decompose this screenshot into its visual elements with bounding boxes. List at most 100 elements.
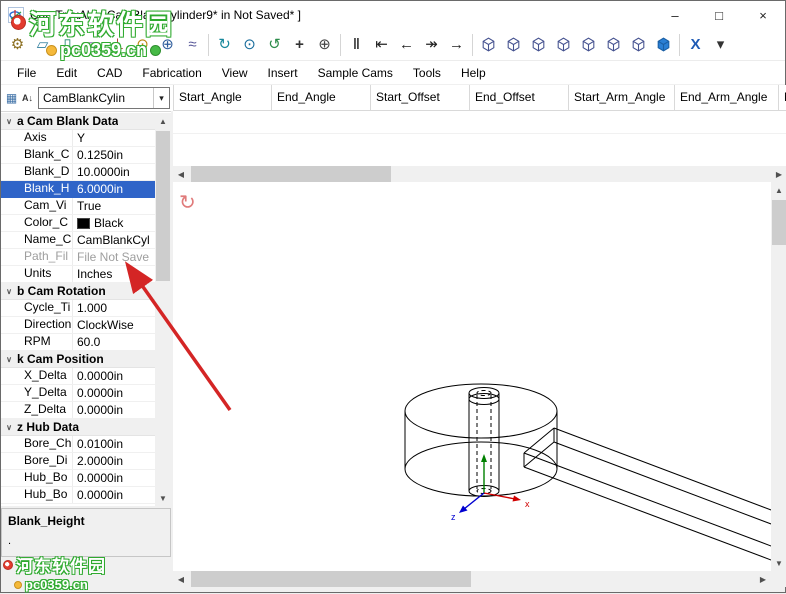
property-row-blank-d[interactable]: Blank_D10.0000in <box>1 164 155 181</box>
close-button[interactable]: × <box>741 1 785 29</box>
property-value[interactable]: 1.000 <box>73 300 155 316</box>
property-row-x-delta[interactable]: X_Delta0.0000in <box>1 368 155 385</box>
view-right-icon[interactable] <box>576 32 601 58</box>
column-header-end-angle[interactable]: End_Angle <box>272 85 371 111</box>
pause-icon[interactable]: Ⅱ <box>344 32 369 58</box>
property-row-path-fil[interactable]: Path_FilFile Not Save <box>1 249 155 266</box>
gear-icon[interactable]: ⚙ <box>5 32 30 58</box>
property-row-bore-di[interactable]: Bore_Di2.0000in <box>1 453 155 470</box>
property-row-units[interactable]: UnitsInches <box>1 266 155 283</box>
rotate-view-icon[interactable]: ↻ <box>212 32 237 58</box>
view-front-icon[interactable] <box>501 32 526 58</box>
collapse-icon[interactable]: ∨ <box>1 355 17 364</box>
column-header-end-arm-angle[interactable]: End_Arm_Angle <box>675 85 779 111</box>
menu-sample-cams[interactable]: Sample Cams <box>308 63 403 83</box>
scrollbar-thumb[interactable] <box>191 166 391 182</box>
property-row-z-delta[interactable]: Z_Delta0.0000in <box>1 402 155 419</box>
property-value[interactable]: 60.0 <box>73 334 155 350</box>
property-grid-scrollbar[interactable]: ▲ ▼ <box>155 113 171 506</box>
scroll-left-icon[interactable]: ◀ <box>173 571 189 587</box>
property-value[interactable]: 6.0000in <box>73 181 155 197</box>
spin-view-icon[interactable]: ↺ <box>262 32 287 58</box>
property-value[interactable]: 10.0000in <box>73 164 155 180</box>
scroll-right-icon[interactable]: ▶ <box>771 166 786 182</box>
property-row-name-c[interactable]: Name_CCamBlankCyl <box>1 232 155 249</box>
property-value[interactable]: 0.0100in <box>73 436 155 452</box>
property-value[interactable]: Y <box>73 130 155 146</box>
pan-view-icon[interactable]: + <box>287 32 312 58</box>
toolbar-overflow-icon[interactable]: ▾ <box>708 32 733 58</box>
property-row-axis[interactable]: AxisY <box>1 130 155 147</box>
property-group-z-hub-data[interactable]: ∨z Hub Data <box>1 419 155 436</box>
column-header-start-offset[interactable]: Start_Offset <box>371 85 470 111</box>
fast-forward-icon[interactable]: ↠ <box>419 32 444 58</box>
step-back-icon[interactable]: ← <box>394 32 419 58</box>
scrollbar-thumb[interactable] <box>156 131 170 281</box>
property-row-cycle-ti[interactable]: Cycle_Ti1.000 <box>1 300 155 317</box>
scroll-right-icon[interactable]: ▶ <box>755 571 771 587</box>
property-group-k-cam-position[interactable]: ∨k Cam Position <box>1 351 155 368</box>
cam-cylinder-icon[interactable]: ▯ <box>55 32 80 58</box>
collapse-icon[interactable]: ∨ <box>1 423 17 432</box>
property-row-hub-bo[interactable]: Hub_Bo0.0000in <box>1 470 155 487</box>
property-value[interactable]: 0.0000in <box>73 487 155 503</box>
cam-table-body[interactable] <box>173 111 786 166</box>
view-top-icon[interactable] <box>601 32 626 58</box>
categorize-icon[interactable]: ▦ <box>4 90 19 106</box>
property-group-b-cam-rotation[interactable]: ∨b Cam Rotation <box>1 283 155 300</box>
sort-alphabetical-icon[interactable]: A↓ <box>20 90 35 106</box>
property-value[interactable]: File Not Save <box>73 249 155 265</box>
property-value[interactable]: ClockWise <box>73 317 155 333</box>
model-viewport[interactable]: ↻ <box>173 182 786 587</box>
property-row-direction[interactable]: DirectionClockWise <box>1 317 155 334</box>
view-left-icon[interactable] <box>551 32 576 58</box>
cam-plate-icon[interactable]: ▱ <box>30 32 55 58</box>
globe-icon[interactable]: ⊕ <box>155 32 180 58</box>
view-bottom-icon[interactable] <box>626 32 651 58</box>
menu-fabrication[interactable]: Fabrication <box>132 63 211 83</box>
viewport-horizontal-scrollbar[interactable]: ◀ ▶ <box>173 571 771 587</box>
property-value[interactable]: Black <box>73 215 155 231</box>
cam-table-horizontal-scrollbar[interactable]: ◀ ▶ <box>173 166 786 182</box>
scroll-up-icon[interactable]: ▲ <box>771 182 786 198</box>
cam-select-combobox[interactable]: CamBlankCylin ▾ <box>38 87 170 109</box>
orbit-view-icon[interactable]: ⊙ <box>237 32 262 58</box>
scroll-down-icon[interactable]: ▼ <box>771 555 786 571</box>
property-value[interactable]: Inches <box>73 266 155 282</box>
property-row-color-c[interactable]: Color_CBlack <box>1 215 155 232</box>
minimize-button[interactable]: – <box>653 1 697 29</box>
menu-cad[interactable]: CAD <box>87 63 132 83</box>
column-header-n[interactable]: N <box>779 85 786 111</box>
menu-help[interactable]: Help <box>451 63 496 83</box>
property-row-cam-vi[interactable]: Cam_ViTrue <box>1 198 155 215</box>
step-forward-icon[interactable]: → <box>444 32 469 58</box>
geneva-icon[interactable]: ⊙ <box>130 32 155 58</box>
export-excel-icon[interactable]: X <box>683 32 708 58</box>
maximize-button[interactable]: □ <box>697 1 741 29</box>
property-value[interactable]: 0.0000in <box>73 470 155 486</box>
property-value[interactable]: 0.0000in <box>73 402 155 418</box>
property-value[interactable]: CamBlankCyl <box>73 232 155 248</box>
property-row-blank-h[interactable]: Blank_H6.0000in <box>1 181 155 198</box>
collapse-icon[interactable]: ∨ <box>1 117 17 126</box>
property-row-rpm[interactable]: RPM60.0 <box>1 334 155 351</box>
property-row-blank-c[interactable]: Blank_C0.1250in <box>1 147 155 164</box>
menu-file[interactable]: File <box>7 63 46 83</box>
property-row-bore-ch[interactable]: Bore_Ch0.0100in <box>1 436 155 453</box>
property-value[interactable]: 0.1250in <box>73 147 155 163</box>
menu-view[interactable]: View <box>212 63 258 83</box>
property-value[interactable]: 0.0000in <box>73 385 155 401</box>
view-iso-icon[interactable] <box>476 32 501 58</box>
spring-icon[interactable]: ≈ <box>180 32 205 58</box>
scroll-left-icon[interactable]: ◀ <box>173 166 189 182</box>
scroll-down-icon[interactable]: ▼ <box>155 490 171 506</box>
menu-tools[interactable]: Tools <box>403 63 451 83</box>
view-shaded-icon[interactable] <box>651 32 676 58</box>
scrollbar-thumb[interactable] <box>191 571 471 587</box>
scroll-up-icon[interactable]: ▲ <box>155 113 171 129</box>
property-row-y-delta[interactable]: Y_Delta0.0000in <box>1 385 155 402</box>
menu-insert[interactable]: Insert <box>258 63 308 83</box>
property-value[interactable]: 0.0000in <box>73 368 155 384</box>
cam-linear-icon[interactable]: ▭ <box>80 32 105 58</box>
viewport-vertical-scrollbar[interactable]: ▲ ▼ <box>771 182 786 571</box>
